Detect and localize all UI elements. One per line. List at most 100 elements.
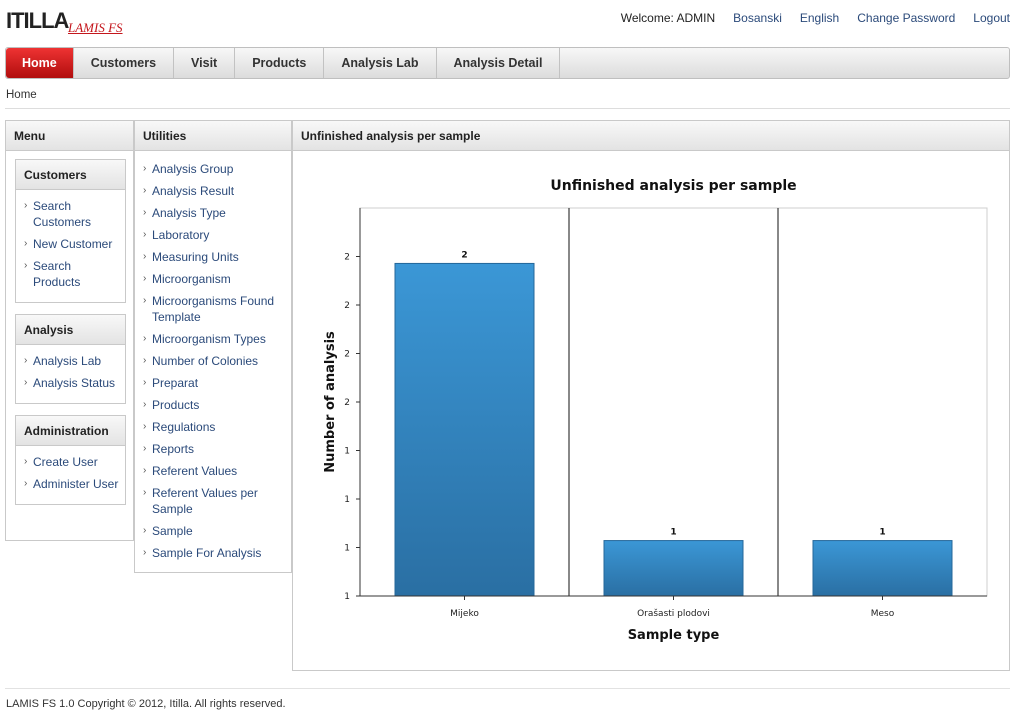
menu-section-administration: Administration › Create User › Administer … bbox=[15, 415, 126, 505]
chevron-right-icon: › bbox=[143, 295, 147, 306]
logo-subtitle: LAMIS FS bbox=[68, 20, 123, 35]
bar-value-label: 1 bbox=[670, 528, 676, 538]
menu-link[interactable]: Administer User bbox=[33, 477, 118, 491]
chevron-right-icon: › bbox=[143, 525, 147, 536]
chevron-right-icon: › bbox=[24, 355, 28, 366]
utilities-item[interactable]: › Referent Values bbox=[143, 463, 287, 479]
menu-item-analysis-status[interactable]: › Analysis Status bbox=[24, 375, 119, 391]
menu-item-analysis-lab[interactable]: › Analysis Lab bbox=[24, 353, 119, 369]
menu-item-new-customer[interactable]: › New Customer bbox=[24, 236, 119, 252]
utilities-item[interactable]: › Sample For Analysis bbox=[143, 545, 287, 561]
footer-divider bbox=[5, 688, 1010, 689]
main-nav: Home Customers Visit Products Analysis L… bbox=[5, 47, 1010, 79]
menu-link[interactable]: Analysis Status bbox=[33, 376, 115, 390]
welcome-text: Welcome: ADMIN bbox=[620, 11, 716, 25]
utilities-link[interactable]: Reports bbox=[152, 442, 194, 456]
utilities-link[interactable]: Measuring Units bbox=[152, 250, 239, 264]
utilities-link[interactable]: Sample For Analysis bbox=[152, 546, 261, 560]
utilities-item[interactable]: › Analysis Result bbox=[143, 183, 287, 199]
chevron-right-icon: › bbox=[24, 200, 28, 211]
utilities-link[interactable]: Microorganism bbox=[152, 272, 231, 286]
chevron-right-icon: › bbox=[143, 465, 147, 476]
chevron-right-icon: › bbox=[24, 478, 28, 489]
menu-link[interactable]: Analysis Lab bbox=[33, 354, 101, 368]
utilities-link[interactable]: Analysis Type bbox=[152, 206, 226, 220]
chevron-right-icon: › bbox=[143, 399, 147, 410]
chevron-right-icon: › bbox=[143, 163, 147, 174]
menu-section-analysis: Analysis › Analysis Lab › Analysis Status bbox=[15, 314, 126, 404]
y-tick-label: 2 bbox=[344, 350, 350, 360]
menu-link[interactable]: Create User bbox=[33, 455, 98, 469]
menu-link[interactable]: New Customer bbox=[33, 237, 112, 251]
top-links: Welcome: ADMIN Bosanski English Change P… bbox=[621, 11, 1010, 25]
utilities-title: Utilities bbox=[135, 121, 291, 151]
utilities-item[interactable]: › Measuring Units bbox=[143, 249, 287, 265]
y-tick-label: 2 bbox=[344, 301, 350, 311]
utilities-link[interactable]: Microorganism Types bbox=[152, 332, 266, 346]
chevron-right-icon: › bbox=[143, 333, 147, 344]
utilities-link[interactable]: Products bbox=[152, 398, 199, 412]
utilities-link[interactable]: Analysis Result bbox=[152, 184, 234, 198]
y-tick-label: 2 bbox=[344, 398, 350, 408]
chevron-right-icon: › bbox=[143, 487, 147, 498]
utilities-link[interactable]: Regulations bbox=[152, 420, 215, 434]
chevron-right-icon: › bbox=[143, 251, 147, 262]
breadcrumb: Home bbox=[6, 89, 37, 101]
menu-item-search-products[interactable]: › Search Products bbox=[24, 258, 119, 290]
utilities-item[interactable]: › Referent Values per Sample bbox=[143, 485, 287, 517]
chevron-right-icon: › bbox=[143, 355, 147, 366]
tab-home[interactable]: Home bbox=[6, 48, 74, 78]
chart-title: Unfinished analysis per sample bbox=[550, 178, 796, 194]
chevron-right-icon: › bbox=[143, 273, 147, 284]
chart-panel: Unfinished analysis per sample Unfinishe… bbox=[292, 120, 1010, 671]
tab-products[interactable]: Products bbox=[235, 48, 325, 78]
tab-analysis-lab[interactable]: Analysis Lab bbox=[324, 48, 437, 78]
logo[interactable]: ITILLA LAMIS FS bbox=[6, 8, 156, 38]
chevron-right-icon: › bbox=[143, 443, 147, 454]
language-english-link[interactable]: English bbox=[800, 11, 839, 25]
utilities-link[interactable]: Laboratory bbox=[152, 228, 209, 242]
logout-link[interactable]: Logout bbox=[973, 11, 1010, 25]
utilities-item[interactable]: › Number of Colonies bbox=[143, 353, 287, 369]
utilities-link[interactable]: Number of Colonies bbox=[152, 354, 258, 368]
utilities-link[interactable]: Analysis Group bbox=[152, 162, 233, 176]
menu-item-search-customers[interactable]: › Search Customers bbox=[24, 198, 119, 230]
chevron-right-icon: › bbox=[143, 185, 147, 196]
tab-analysis-detail[interactable]: Analysis Detail bbox=[437, 48, 561, 78]
bar-1 bbox=[603, 540, 744, 597]
utilities-item[interactable]: › Microorganism bbox=[143, 271, 287, 287]
unfinished-analysis-chart: Unfinished analysis per sample 1 1 1 1 2 2 2 2 Nu… bbox=[323, 178, 988, 643]
change-password-link[interactable]: Change Password bbox=[857, 11, 955, 25]
footer-copyright: LAMIS FS 1.0 Copyright © 2012, Itilla. A… bbox=[6, 698, 286, 710]
utilities-item[interactable]: › Analysis Group bbox=[143, 161, 287, 177]
utilities-link[interactable]: Referent Values bbox=[152, 464, 237, 478]
chevron-right-icon: › bbox=[24, 260, 28, 271]
utilities-link[interactable]: Microorganisms Found Template bbox=[152, 294, 274, 324]
menu-link[interactable]: Search Products bbox=[33, 259, 80, 289]
utilities-item[interactable]: › Preparat bbox=[143, 375, 287, 391]
language-bosanski-link[interactable]: Bosanski bbox=[733, 11, 782, 25]
bar-0 bbox=[394, 262, 535, 597]
tab-visit[interactable]: Visit bbox=[174, 48, 236, 78]
menu-item-administer-user[interactable]: › Administer User bbox=[24, 476, 119, 492]
utilities-item[interactable]: › Sample bbox=[143, 523, 287, 539]
utilities-item[interactable]: › Laboratory bbox=[143, 227, 287, 243]
tab-customers[interactable]: Customers bbox=[74, 48, 175, 78]
utilities-item[interactable]: › Products bbox=[143, 397, 287, 413]
y-tick-label: 2 bbox=[344, 253, 350, 263]
chevron-right-icon: › bbox=[143, 377, 147, 388]
utilities-item[interactable]: › Analysis Type bbox=[143, 205, 287, 221]
y-tick-label: 1 bbox=[344, 495, 350, 505]
y-tick-label: 1 bbox=[344, 544, 350, 554]
menu-link[interactable]: Search Customers bbox=[33, 199, 91, 229]
menu-item-create-user[interactable]: › Create User bbox=[24, 454, 119, 470]
utilities-link[interactable]: Sample bbox=[152, 524, 193, 538]
utilities-item[interactable]: › Reports bbox=[143, 441, 287, 457]
utilities-link[interactable]: Preparat bbox=[152, 376, 198, 390]
utilities-item[interactable]: › Microorganisms Found Template bbox=[143, 293, 287, 325]
utilities-item[interactable]: › Regulations bbox=[143, 419, 287, 435]
utilities-item[interactable]: › Microorganism Types bbox=[143, 331, 287, 347]
utilities-link[interactable]: Referent Values per Sample bbox=[152, 486, 258, 516]
y-tick-label: 1 bbox=[344, 592, 350, 602]
y-axis-label: Number of analysis bbox=[323, 331, 338, 473]
